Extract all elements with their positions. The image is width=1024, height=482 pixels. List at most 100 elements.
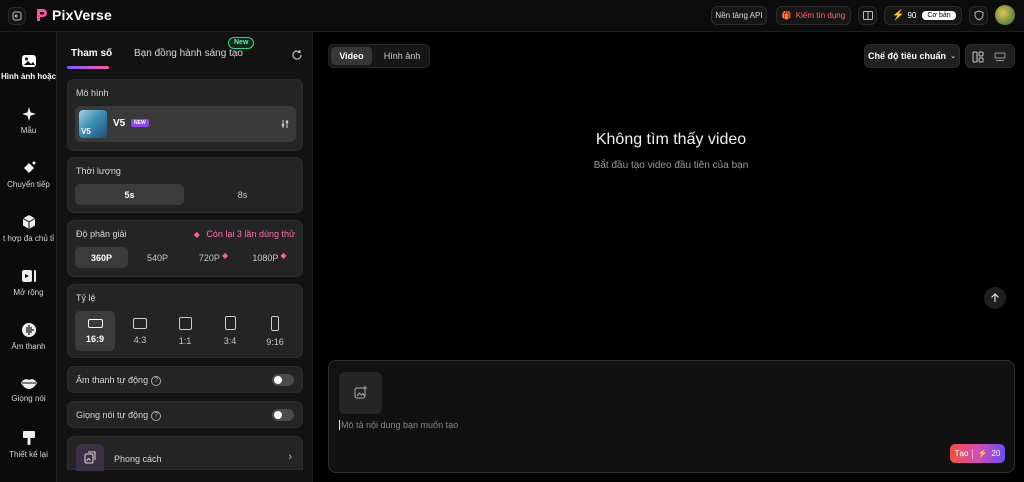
pixverse-logo-icon [37, 9, 47, 21]
duration-card: Thời lượng 5s 8s [67, 157, 303, 213]
nav-item-multi-subject[interactable]: t hợp đa chủ tỉ [0, 214, 57, 243]
duration-option-8s[interactable]: 8s [188, 184, 297, 205]
ratio-option-3-4[interactable]: 3:4 [210, 311, 250, 351]
nav-item-redesign[interactable]: Thiết kế lại [0, 430, 57, 459]
divider [972, 448, 974, 459]
empty-state-title: Không tìm thấy video [595, 131, 747, 148]
create-cost: 20 [991, 449, 1001, 458]
ratio-4-3-icon [133, 317, 147, 329]
ratio-label: 1:1 [178, 335, 192, 346]
auto-voice-toggle[interactable] [272, 409, 294, 421]
help-icon[interactable]: ? [151, 375, 162, 386]
credits-badge[interactable]: ⚡ 90 Cơ bản [884, 6, 962, 25]
model-card: Mô hình V5 V5 NEW [67, 79, 303, 151]
auto-sound-text: Âm thanh tự động [76, 375, 149, 385]
prompt-box[interactable]: Mô tả nội dung bạn muốn tạo Tạo ⚡ 20 [328, 360, 1015, 473]
resolution-option-360p[interactable]: 360P [75, 247, 128, 268]
tab-creative-companion[interactable]: Bạn đồng hành sáng tạo [134, 48, 243, 59]
model-selector[interactable]: V5 V5 NEW [75, 106, 296, 142]
nav-item-transition[interactable]: Chuyển tiếp [0, 160, 57, 189]
aspect-ratio-card: Tỷ lệ 16:9 4:3 1:1 3:4 9:16 [67, 284, 303, 358]
help-icon[interactable]: ? [151, 410, 162, 421]
resolution-option-720p[interactable]: 720P ◆ [187, 247, 240, 268]
auto-sound-row: Âm thanh tự động? [67, 366, 303, 393]
credits-count: 90 [907, 11, 917, 20]
duration-option-5s[interactable]: 5s [75, 184, 184, 205]
left-nav: Hình ảnh hoặc Mẫu Chuyển tiếp t hợp đa c… [0, 32, 57, 482]
brand-name: PixVerse [52, 7, 112, 23]
reset-button[interactable] [291, 48, 303, 60]
model-new-badge: NEW [131, 119, 149, 127]
book-button[interactable] [858, 6, 877, 25]
duration-title: Thời lượng [76, 166, 121, 176]
ratio-option-16-9[interactable]: 16:9 [75, 311, 115, 351]
api-platform-button[interactable]: Nền tảng API [711, 6, 767, 25]
nav-label: Hình ảnh hoặc [0, 72, 57, 81]
model-title: Mô hình [76, 88, 109, 98]
user-avatar[interactable] [995, 5, 1015, 25]
model-thumbnail: V5 [79, 110, 107, 138]
model-name: V5 [113, 118, 126, 129]
style-row[interactable]: Phong cách › [67, 436, 303, 471]
ratio-3-4-icon [224, 316, 236, 330]
ratio-16-9-icon [87, 318, 103, 328]
resolution-option-1080p[interactable]: 1080P ◆ [243, 247, 296, 268]
ratio-label: 9:16 [266, 336, 284, 347]
scroll-top-button[interactable] [984, 287, 1006, 309]
list-view-button[interactable] [994, 50, 1007, 63]
resolution-title: Độ phân giải [76, 229, 127, 239]
main-area: Video Hình ảnh Chế độ tiêu chuẩn ⌄ Không… [314, 32, 1024, 482]
grid-icon [972, 51, 984, 63]
nav-item-templates[interactable]: Mẫu [0, 106, 57, 135]
ratio-option-9-16[interactable]: 9:16 [255, 311, 295, 351]
diamond-icon: ◆ [280, 250, 287, 260]
view-toggle [965, 44, 1015, 68]
refresh-icon [292, 50, 302, 60]
transition-icon [23, 161, 35, 173]
shield-button[interactable] [969, 6, 988, 25]
list-icon [994, 52, 1006, 61]
upload-image-button[interactable] [339, 372, 382, 414]
create-label: Tạo [954, 449, 969, 458]
ratio-option-4-3[interactable]: 4:3 [120, 311, 160, 351]
nav-label: t hợp đa chủ tỉ [2, 234, 55, 243]
trial-remaining: ◆ Còn lại 3 lần dùng thử [194, 229, 295, 239]
arrow-up-icon [991, 293, 999, 302]
nav-label: Chuyển tiếp [7, 180, 50, 189]
grid-view-button[interactable] [972, 50, 985, 63]
nav-item-extend[interactable]: Mở rộng [0, 268, 57, 297]
new-badge: New [228, 37, 255, 49]
prompt-input[interactable]: Mô tả nội dung bạn muốn tạo [339, 420, 458, 430]
resolution-label: 1080P [252, 252, 279, 263]
lightning-icon: ⚡ [977, 449, 988, 458]
auto-sound-toggle[interactable] [272, 374, 294, 386]
resolution-label: 720P [198, 252, 220, 263]
earn-credits-button[interactable]: 🎁 Kiếm tín dụng [776, 6, 851, 25]
mode-dropdown[interactable]: Chế độ tiêu chuẩn ⌄ [864, 44, 960, 68]
ratio-9-16-icon [271, 315, 279, 331]
earn-credits-label: Kiếm tín dụng [795, 11, 846, 20]
ratio-title: Tỷ lệ [76, 293, 96, 303]
top-bar: PixVerse Nền tảng API 🎁 Kiếm tín dụng ⚡ … [0, 0, 1024, 32]
ratio-option-1-1[interactable]: 1:1 [165, 311, 205, 351]
tab-image[interactable]: Hình ảnh [375, 47, 429, 65]
nav-label: Mẫu [20, 126, 37, 135]
auto-voice-text: Giọng nói tự động [76, 410, 149, 420]
nav-label: Giọng nói [11, 394, 46, 403]
create-button[interactable]: Tạo ⚡ 20 [950, 444, 1005, 463]
collapse-sidebar-button[interactable] [8, 7, 26, 25]
tab-video[interactable]: Video [331, 47, 372, 65]
lips-icon [20, 379, 37, 389]
tab-params[interactable]: Tham số [71, 48, 112, 59]
nav-item-voice[interactable]: Giọng nói [0, 376, 57, 403]
resolution-option-540p[interactable]: 540P [131, 247, 184, 268]
mode-label: Chế độ tiêu chuẩn [868, 51, 947, 61]
gift-icon: 🎁 [781, 11, 792, 20]
chevron-down-icon: ⌄ [950, 53, 956, 60]
nav-item-sound[interactable]: Âm thanh [0, 322, 57, 351]
nav-item-image-to-video[interactable]: Hình ảnh hoặc [0, 54, 57, 81]
ratio-label: 4:3 [133, 334, 147, 345]
nav-label: Mở rộng [13, 288, 44, 297]
brand-logo[interactable]: PixVerse [36, 7, 112, 23]
ratio-1-1-icon [178, 316, 192, 330]
